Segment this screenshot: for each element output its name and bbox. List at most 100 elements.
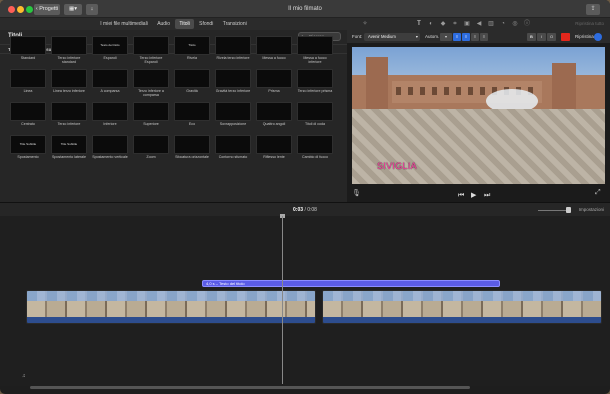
reset-text-button[interactable]: Ripristina [575, 30, 594, 44]
title-template-item[interactable]: Terzo inferiore standard [51, 36, 87, 64]
title-template-item[interactable]: Sfocatura orizzontale [174, 135, 210, 159]
video-clip-1[interactable] [26, 290, 316, 324]
title-template-item[interactable]: Terzo inferiore a comparsa [133, 69, 169, 97]
title-template-item[interactable]: Messa a fuoco [256, 36, 292, 60]
reset-all-button[interactable]: Ripristina tutto [575, 18, 604, 30]
title-template-item[interactable]: Spostamento verticale [92, 135, 128, 159]
title-template-item[interactable]: Sovrapposizione [215, 102, 251, 126]
title-thumbnail [174, 69, 210, 88]
audio-meter-icon[interactable]: ♫ [22, 373, 26, 379]
title-template-item[interactable]: Quattro angoli [256, 102, 292, 126]
title-template-item[interactable]: Linea terzo inferiore [51, 69, 87, 93]
tab-my-media[interactable]: I miei file multimediali [96, 18, 152, 30]
title-template-item[interactable]: Title Subtitle Spostamento [10, 135, 46, 159]
title-caption[interactable]: SIVIGLIA [377, 161, 417, 171]
title-template-item[interactable]: Gravità [174, 69, 210, 93]
align-center-button[interactable]: ≡ [462, 33, 470, 41]
title-template-item[interactable]: Rivela terzo inferiore [215, 36, 251, 60]
magic-wand-icon[interactable]: ✧ [361, 20, 369, 28]
outline-button[interactable]: O [547, 33, 556, 41]
title-template-item[interactable]: Zoom [133, 135, 169, 159]
title-template-item[interactable]: Terzo inferiore Espandi [133, 36, 169, 64]
auto-size-stepper[interactable]: ▾ [440, 33, 452, 41]
skip-forward-icon[interactable]: ⏭ [484, 190, 490, 202]
text-tool-icon[interactable]: T [415, 20, 423, 28]
share-button[interactable]: ⇪ [586, 4, 600, 15]
title-thumbnail [51, 102, 87, 121]
microphone-icon[interactable]: 🎙 [352, 189, 361, 197]
title-template-item[interactable]: Testo del titolo Espandi [92, 36, 128, 60]
crop-icon[interactable]: ⌗ [451, 20, 459, 28]
title-template-item[interactable]: Standard [10, 36, 46, 60]
title-template-item[interactable]: Terzo inferiore [51, 102, 87, 126]
align-right-button[interactable]: ≡ [471, 33, 479, 41]
title-template-item[interactable]: Riflesso lente [256, 135, 292, 159]
title-template-label: Messa a fuoco [262, 56, 286, 60]
skip-back-icon[interactable]: ⏮ [458, 190, 464, 202]
title-template-item[interactable]: Inferiore [92, 102, 128, 126]
video-filter-icon[interactable]: ◎ [511, 20, 519, 28]
timeline-zoom-slider[interactable] [538, 210, 568, 211]
title-template-label: Espandi [103, 56, 117, 60]
video-preview[interactable]: SIVIGLIA [352, 47, 605, 184]
auto-size-label[interactable]: Autom. [425, 30, 439, 44]
title-template-item[interactable]: Linea [10, 69, 46, 93]
zoom-slider-handle[interactable] [566, 207, 571, 213]
thumbnail-text: Title Subtitle [60, 141, 78, 146]
title-template-label: Zoom [146, 155, 156, 159]
align-left-button[interactable]: ≡ [453, 33, 461, 41]
volume-icon[interactable]: ◀ [475, 20, 483, 28]
tab-backgrounds[interactable]: Sfondi [195, 18, 217, 30]
timeline-header: 0:03 / 0:08 Impostazioni [0, 202, 610, 216]
italic-button[interactable]: I [537, 33, 546, 41]
title-template-item[interactable]: A comparsa [92, 69, 128, 93]
title-thumbnail [256, 102, 292, 121]
color-balance-icon[interactable]: ◐ [427, 20, 435, 28]
title-template-item[interactable]: Title Subtitle Spostamento laterale [51, 135, 87, 159]
title-template-item[interactable]: Messa a fuoco inferiore [297, 36, 333, 64]
tab-titles[interactable]: Titoli [175, 19, 194, 29]
align-justify-button[interactable]: ≡ [480, 33, 488, 41]
fullscreen-expand-icon[interactable]: ⤢ [595, 189, 601, 197]
text-color-swatch[interactable] [561, 33, 570, 41]
timeline-scrollbar[interactable] [30, 386, 470, 389]
title-template-item[interactable]: Eco [174, 102, 210, 126]
title-template-label: Sovrapposizione [219, 122, 247, 126]
stabilization-icon[interactable]: ▣ [463, 20, 471, 28]
title-thumbnail [51, 69, 87, 88]
title-template-item[interactable]: Contorno sfumato [215, 135, 251, 159]
title-template-label: Spostamento laterale [52, 155, 86, 159]
clip-filmstrip [27, 291, 315, 317]
play-icon[interactable]: ▶ [471, 190, 476, 202]
timeline-settings-button[interactable]: Impostazioni [579, 203, 604, 217]
title-clip[interactable]: 4,0 s – Testo del titolo [202, 280, 500, 287]
title-template-item[interactable]: Superiore [133, 102, 169, 126]
color-correction-icon[interactable]: ◆ [439, 20, 447, 28]
title-template-item[interactable]: Titoli di coda [297, 102, 333, 126]
viewer: SIVIGLIA ⏮ ▶ ⏭ [347, 44, 610, 202]
title-template-item[interactable]: Gravità terzo inferiore [215, 69, 251, 93]
timeline[interactable]: 4,0 s – Testo del titolo [0, 216, 610, 386]
clip-info-icon[interactable]: ⓘ [523, 20, 531, 28]
font-dropdown[interactable]: Avenir Medium ▾ [364, 33, 420, 41]
title-template-item[interactable]: Terzo inferiore prisma [297, 69, 333, 93]
plaza-floor [352, 109, 605, 184]
title-template-item[interactable]: Centrato [10, 102, 46, 126]
video-clip-2[interactable] [322, 290, 602, 324]
tab-transitions[interactable]: Transizioni [219, 18, 251, 30]
speed-icon[interactable]: ◔ [499, 20, 507, 28]
bold-button[interactable]: B [527, 33, 536, 41]
title-template-item[interactable]: Cambio di fuoco [297, 135, 333, 159]
tab-audio[interactable]: Audio [153, 18, 174, 30]
playhead[interactable] [282, 216, 283, 384]
title-template-item[interactable]: Prisma [256, 69, 292, 93]
reset-text-icon[interactable] [594, 33, 602, 41]
title-template-label: Spostamento verticale [92, 155, 128, 159]
clip-filmstrip [323, 291, 601, 317]
title-template-label: Standard [20, 56, 36, 60]
thumbnail-text: Testo del titolo [100, 42, 120, 47]
noise-reduction-icon[interactable]: ▥ [487, 20, 495, 28]
title-template-item[interactable]: Titolo Rivela [174, 36, 210, 60]
title-thumbnail [174, 135, 210, 154]
title-template-label: Rivela [187, 56, 197, 60]
